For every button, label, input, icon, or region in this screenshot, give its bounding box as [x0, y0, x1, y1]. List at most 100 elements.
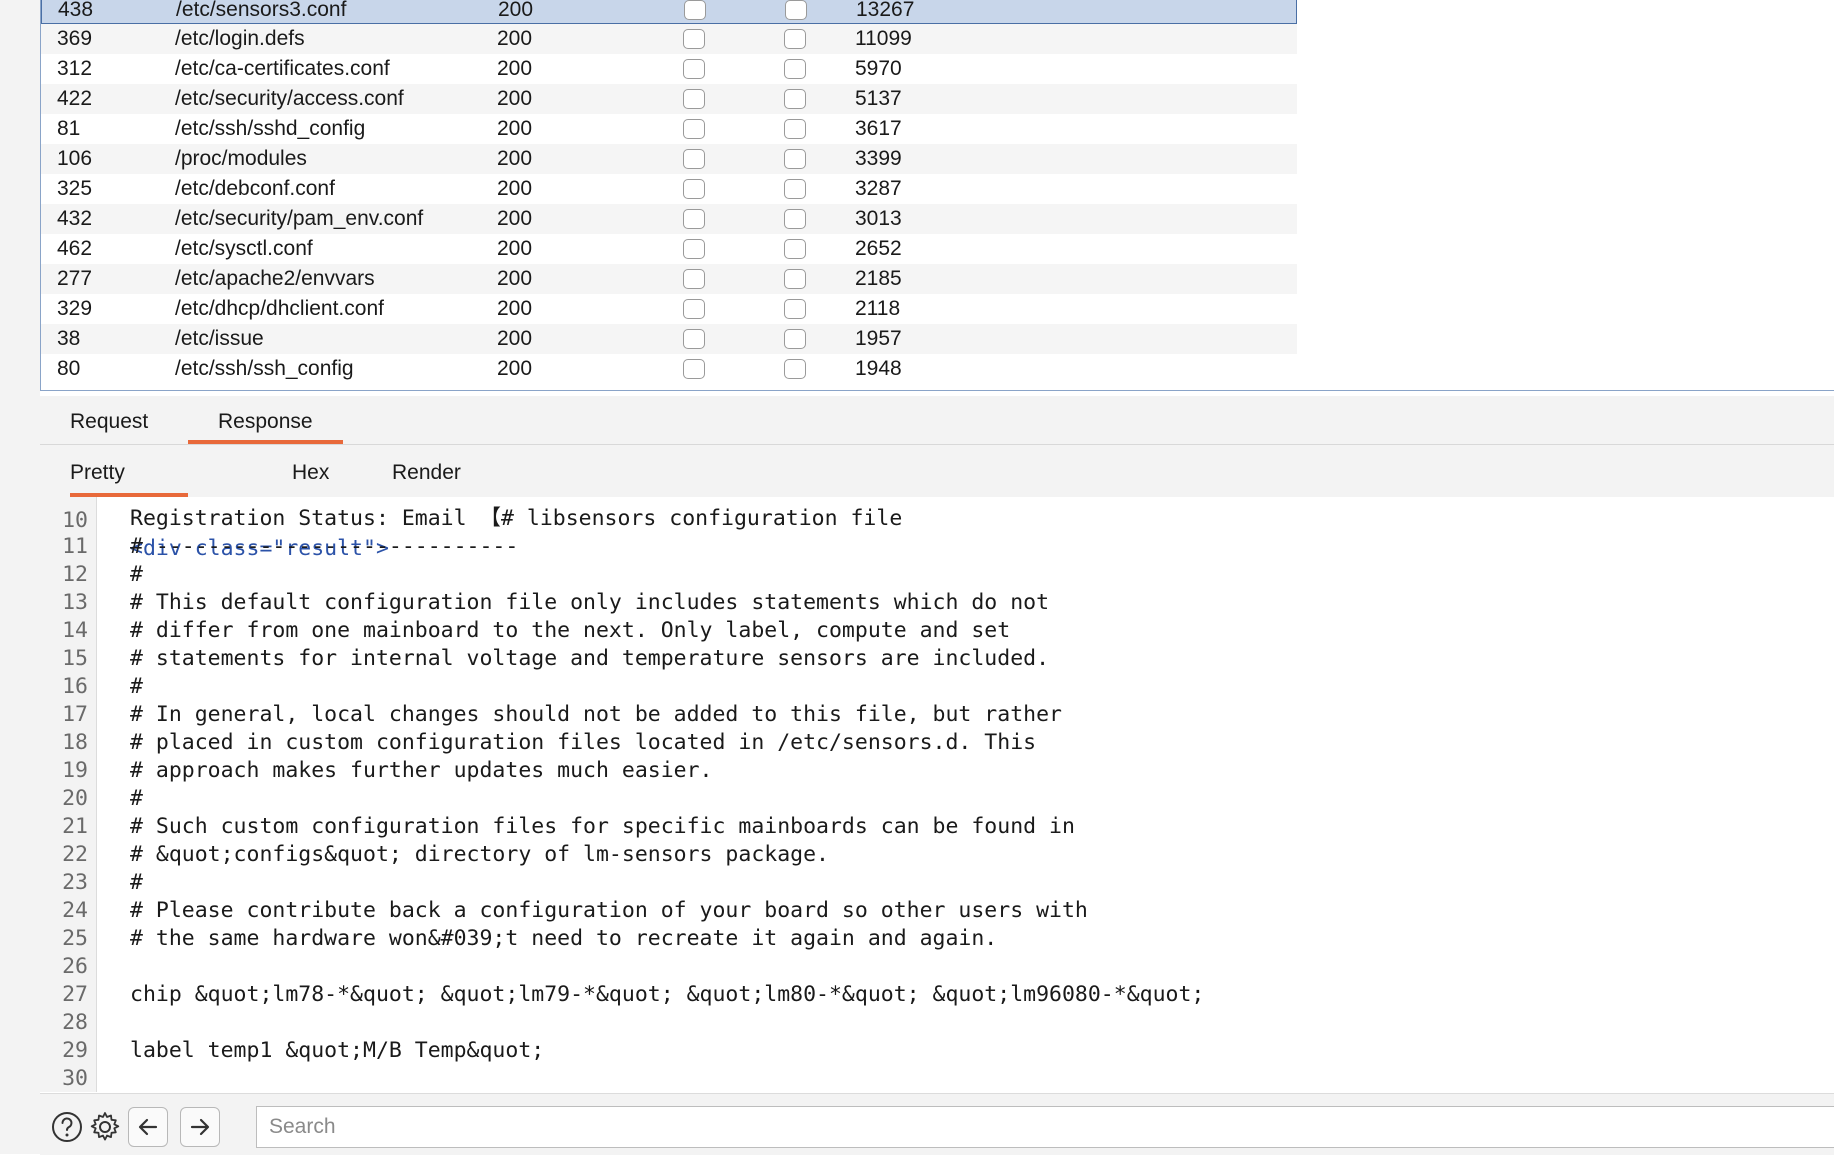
settings-button[interactable]: [86, 1108, 124, 1146]
code-line: 19 # approach makes further updates much …: [40, 757, 1830, 785]
code-line: Registration Status: Email 【# libsensors…: [40, 505, 1830, 533]
checkbox[interactable]: [684, 0, 706, 20]
payload-cell: /etc/dhcp/dhclient.conf: [175, 297, 384, 320]
status-code-cell: 200: [497, 117, 533, 140]
code-line: 21 # Such custom configuration files for …: [40, 813, 1830, 841]
checkbox[interactable]: [784, 29, 806, 49]
checkbox[interactable]: [683, 209, 705, 229]
line-text: # This default configuration file only i…: [130, 590, 1050, 615]
payload-cell: /etc/sensors3.conf: [176, 0, 347, 21]
line-text: #: [130, 674, 143, 699]
request-id-cell: 81: [57, 117, 81, 140]
checkbox[interactable]: [683, 329, 705, 349]
request-id-cell: 432: [57, 207, 93, 230]
checkbox[interactable]: [683, 179, 705, 199]
back-button[interactable]: [128, 1107, 168, 1147]
checkbox[interactable]: [683, 59, 705, 79]
tab-render[interactable]: Render: [392, 445, 461, 495]
request-id-cell: 422: [57, 87, 93, 110]
tab-hex[interactable]: Hex: [292, 445, 329, 495]
checkbox[interactable]: [784, 269, 806, 289]
table-row[interactable]: 38/etc/issue 200 1957: [41, 324, 1297, 354]
table-row[interactable]: 422/etc/security/access.conf 200 5137: [41, 84, 1297, 114]
table-row[interactable]: 277/etc/apache2/envvars 200 2185: [41, 264, 1297, 294]
checkbox[interactable]: [784, 239, 806, 259]
checkbox[interactable]: [784, 149, 806, 169]
request-id-cell: 277: [57, 267, 93, 290]
checkbox[interactable]: [683, 149, 705, 169]
checkbox[interactable]: [683, 89, 705, 109]
table-row[interactable]: 432/etc/security/pam_env.conf 200 3013: [41, 204, 1297, 234]
status-code-cell: 200: [497, 177, 533, 200]
table-row[interactable]: 329/etc/dhcp/dhclient.conf 200 2118: [41, 294, 1297, 324]
checkbox[interactable]: [683, 119, 705, 139]
line-text: # In general, local changes should not b…: [130, 702, 1062, 727]
line-text: # &quot;configs&quot; directory of lm-se…: [130, 842, 829, 867]
table-row[interactable]: 312/etc/ca-certificates.conf 200 5970: [41, 54, 1297, 84]
arrow-left-icon: [138, 1118, 158, 1136]
line-text: chip &quot;lm78-*&quot; &quot;lm79-*&quo…: [130, 982, 1205, 1007]
code-line: 22 # &quot;configs&quot; directory of lm-…: [40, 841, 1830, 869]
request-id-cell: 80: [57, 357, 81, 380]
status-code-cell: 200: [497, 27, 533, 50]
payload-cell: /etc/ssh/sshd_config: [175, 117, 366, 140]
line-number: 17: [62, 702, 88, 727]
tab-pretty[interactable]: Pretty: [70, 445, 188, 497]
checkbox[interactable]: [784, 119, 806, 139]
code-line: 16 #: [40, 673, 1830, 701]
request-id-cell: 369: [57, 27, 93, 50]
table-row[interactable]: 81/etc/ssh/sshd_config 200 3617: [41, 114, 1297, 144]
code-line: 18 # placed in custom configuration files…: [40, 729, 1830, 757]
tab-response[interactable]: Response: [188, 396, 343, 444]
line-number: 29: [62, 1038, 88, 1063]
request-id-cell: 438: [58, 0, 94, 21]
help-button[interactable]: [48, 1108, 86, 1146]
timeout-checkbox-cell[interactable]: [784, 359, 806, 389]
search-input[interactable]: [256, 1106, 1834, 1148]
line-text: #: [130, 786, 143, 811]
table-row[interactable]: 462/etc/sysctl.conf 200 2652: [41, 234, 1297, 264]
table-row[interactable]: 80/etc/ssh/ssh_config 200 1948: [41, 354, 1297, 384]
tab-request[interactable]: Request: [40, 396, 178, 442]
length-cell: 3617: [855, 117, 902, 140]
error-checkbox-cell[interactable]: [683, 359, 705, 389]
table-row[interactable]: 325/etc/debconf.conf 200 3287: [41, 174, 1297, 204]
table-row[interactable]: 106/proc/modules 200 3399: [41, 144, 1297, 174]
length-cell: 3399: [855, 147, 902, 170]
results-table[interactable]: 438/etc/sensors3.conf 200 13267 369/etc/log…: [40, 0, 1834, 391]
line-number: 21: [62, 814, 88, 839]
checkbox[interactable]: [784, 59, 806, 79]
code-line: 14 # differ from one mainboard to the nex…: [40, 617, 1830, 645]
checkbox[interactable]: [784, 329, 806, 349]
checkbox[interactable]: [683, 359, 705, 379]
checkbox[interactable]: [784, 299, 806, 319]
response-editor[interactable]: 10 <div class="result"> Registration Sta…: [40, 497, 1834, 1092]
forward-button[interactable]: [180, 1107, 220, 1147]
status-code-cell: 200: [497, 297, 533, 320]
request-id-cell: 106: [57, 147, 93, 170]
code-line: 23 #: [40, 869, 1830, 897]
line-number: 11: [62, 534, 88, 559]
arrow-right-icon: [190, 1118, 210, 1136]
checkbox[interactable]: [683, 29, 705, 49]
checkbox[interactable]: [784, 89, 806, 109]
checkbox[interactable]: [683, 239, 705, 259]
line-text: # approach makes further updates much ea…: [130, 758, 713, 783]
line-number: 27: [62, 982, 88, 1007]
checkbox[interactable]: [683, 299, 705, 319]
line-number: 23: [62, 870, 88, 895]
line-text: #: [130, 562, 143, 587]
checkbox[interactable]: [784, 179, 806, 199]
checkbox[interactable]: [683, 269, 705, 289]
line-text: # differ from one mainboard to the next.…: [130, 618, 1011, 643]
table-row[interactable]: 438/etc/sensors3.conf 200 13267: [41, 0, 1297, 24]
table-row[interactable]: 369/etc/login.defs 200 11099: [41, 24, 1297, 54]
line-number: 18: [62, 730, 88, 755]
status-code-cell: 200: [497, 57, 533, 80]
checkbox[interactable]: [784, 209, 806, 229]
checkbox[interactable]: [784, 359, 806, 379]
line-text: # Please contribute back a configuration…: [130, 898, 1088, 923]
checkbox[interactable]: [785, 0, 807, 20]
payload-cell: /etc/issue: [175, 327, 264, 350]
length-cell: 1948: [855, 357, 902, 380]
